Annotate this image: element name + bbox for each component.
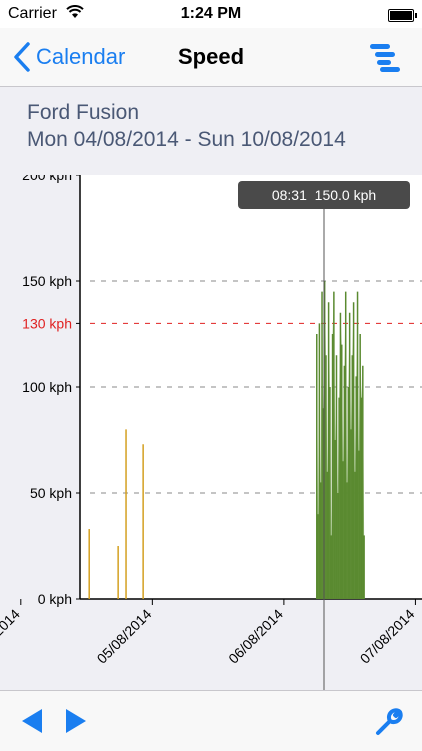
x-tick-label-1: 05/08/2014 — [94, 606, 155, 667]
page-title: Speed — [177, 44, 245, 69]
tooltip-value: 150.0 kph — [314, 187, 377, 203]
y-tick-label-0: 0 kph — [38, 591, 72, 607]
vehicle-name: Ford Fusion — [27, 101, 140, 124]
y-tick-label-4: 150 kph — [22, 273, 72, 289]
y-tick-label-2: 100 kph — [22, 379, 72, 395]
bottom-toolbar — [0, 690, 422, 751]
plot-background — [80, 175, 422, 599]
tooltip-time: 08:31 — [271, 187, 307, 203]
x-tick-label-2: 06/08/2014 — [225, 606, 286, 667]
y-tick-label-5: 200 kph — [22, 175, 72, 183]
previous-arrow-icon[interactable] — [20, 707, 44, 735]
navigation-bar: Calendar Speed — [0, 28, 422, 87]
chart-header: Ford Fusion Mon 04/08/2014 - Sun 10/08/2… — [0, 87, 422, 175]
clock: 1:24 PM — [180, 5, 242, 22]
y-tick-label-1: 50 kph — [30, 485, 72, 501]
status-bar: Carrier 1:24 PM — [0, 0, 422, 28]
chart-tooltip: 08:31 150.0 kph — [238, 181, 410, 209]
speed-chart[interactable]: 0 kph 50 kph 100 kph 130 kph 150 kph 200 kph 0… — [0, 175, 422, 690]
date-range: Mon 04/08/2014 - Sun 10/08/2014 — [27, 128, 346, 151]
wrench-icon[interactable] — [374, 707, 404, 737]
y-tick-label-3: 130 kph — [22, 315, 72, 331]
list-menu-icon[interactable] — [370, 42, 400, 72]
next-arrow-icon[interactable] — [64, 707, 88, 735]
battery-icon — [388, 9, 417, 22]
x-tick-label-3: 07/08/2014 — [357, 606, 418, 667]
x-tick-label-0: 04/08/2014 — [0, 606, 23, 667]
speed-chart-svg: 0 kph 50 kph 100 kph 130 kph 150 kph 200 kph 0… — [0, 175, 422, 690]
